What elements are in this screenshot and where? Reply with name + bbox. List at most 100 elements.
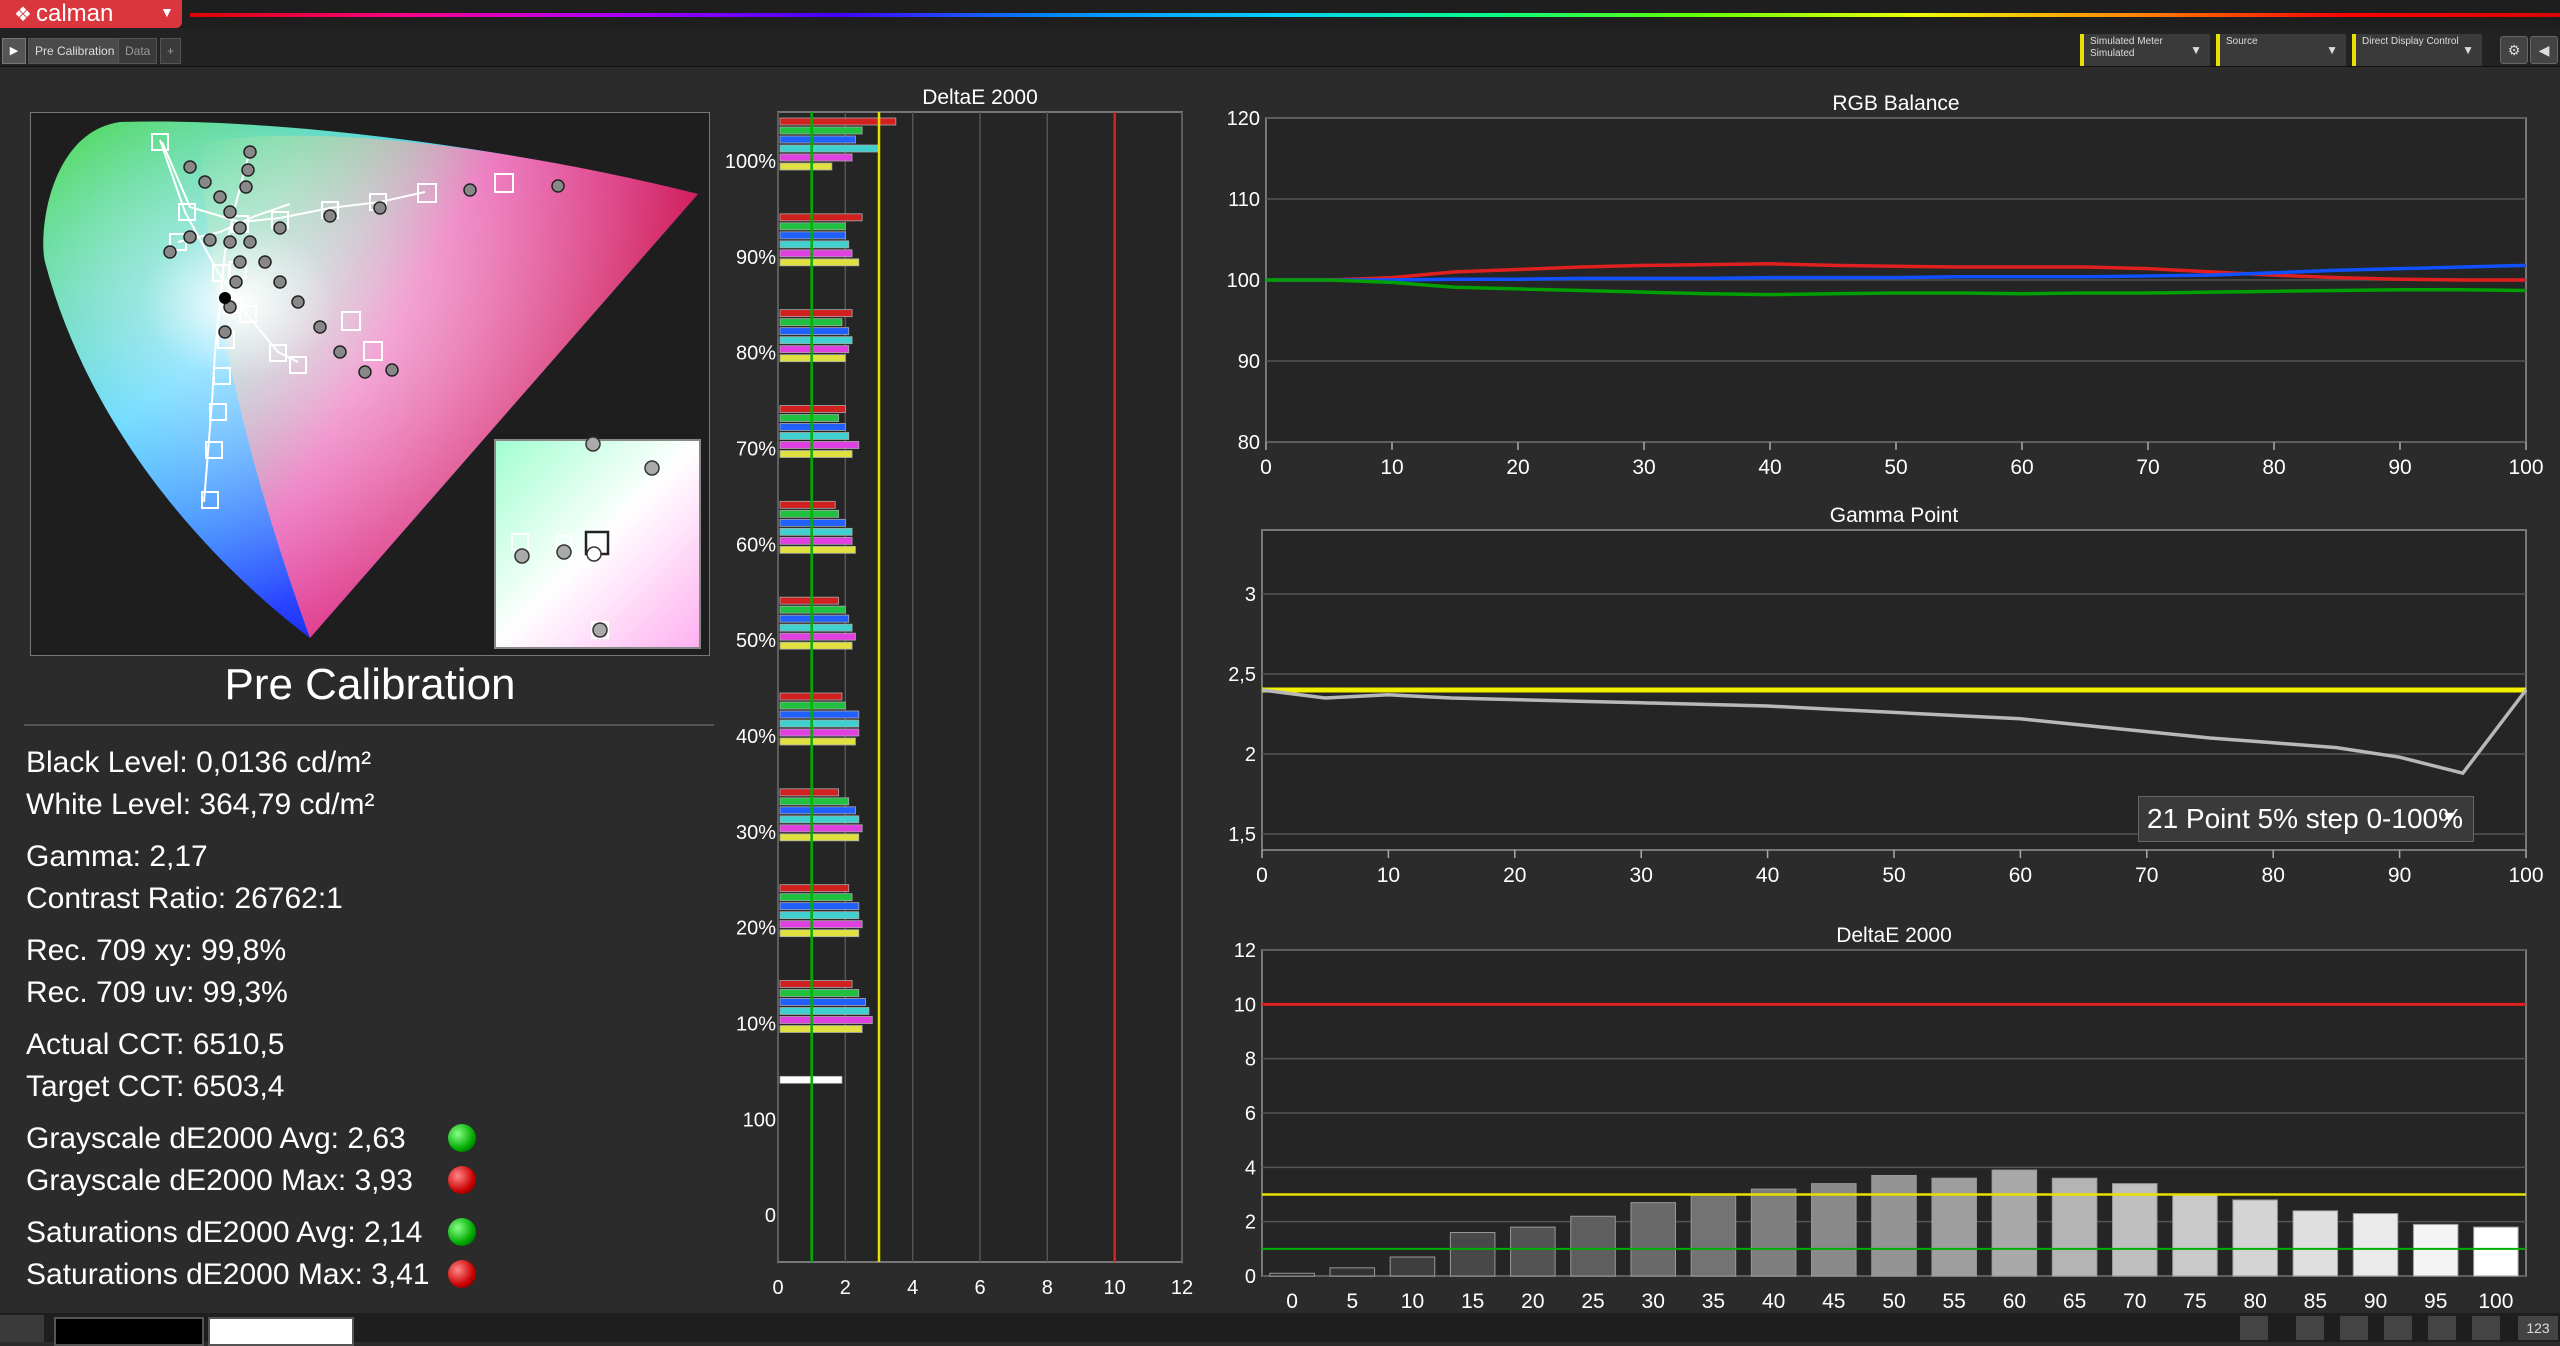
y-tick-label: 10% <box>736 1013 776 1035</box>
x-tick-label: 8 <box>1042 1277 1053 1299</box>
x-tick-label: 100 <box>2508 864 2543 887</box>
deltae-bar <box>779 911 860 920</box>
y-tick-label: 40% <box>736 726 776 748</box>
x-tick-label: 0 <box>1260 456 1272 479</box>
x-tick-label: 100 <box>2508 456 2543 479</box>
y-tick-label: 110 <box>1228 189 1260 211</box>
x-tick-label: 0 <box>772 1277 783 1299</box>
y-tick-label: 1,5 <box>1228 824 1256 846</box>
x-tick-label: 55 <box>1943 1290 1966 1312</box>
x-tick-label: 90 <box>2388 864 2411 887</box>
x-tick-label: 30 <box>1642 1290 1665 1312</box>
grayscale-bar <box>1510 1226 1556 1277</box>
status-menu-icon[interactable] <box>0 1315 44 1342</box>
chevron-down-icon: ▼ <box>2190 43 2202 57</box>
y-tick-label: 80 <box>1238 432 1260 454</box>
target-cct: Target CCT: 6503,4 <box>26 1070 285 1103</box>
grayscale-bar <box>1931 1177 1977 1277</box>
deltae-bar <box>779 1007 870 1015</box>
deltae-bar <box>779 623 853 632</box>
x-tick-label: 20 <box>1503 864 1526 887</box>
gamma-step-selector[interactable]: 21 Point 5% step 0-100% ▼ <box>2138 796 2474 842</box>
grayscale-bar <box>2111 1183 2158 1277</box>
x-tick-label: 10 <box>1104 1277 1126 1299</box>
x-tick-label: 75 <box>2183 1290 2206 1312</box>
eye-icon[interactable] <box>2240 1316 2268 1340</box>
x-tick-label: 0 <box>1286 1290 1298 1312</box>
deltae-bar <box>779 929 860 938</box>
x-tick-label: 80 <box>2262 456 2285 479</box>
tab-data[interactable]: Data <box>118 38 158 64</box>
y-tick-label: 30% <box>736 822 776 844</box>
grayscale-bar <box>2172 1194 2218 1277</box>
rgb-balance-chart: RGB Balance 80 90 100 110 120 0 10 20 30 40 50 60 70 8… <box>1227 92 2544 479</box>
deltae-bar <box>779 806 856 815</box>
play-icon[interactable] <box>2340 1316 2368 1340</box>
tab-pre-calibration[interactable]: Pre Calibration <box>28 38 122 64</box>
x-tick-label: 95 <box>2424 1290 2447 1312</box>
y-tick-label: 120 <box>1227 108 1260 130</box>
page-title: Pre Calibration <box>224 660 516 709</box>
y-tick-label: 12 <box>1234 940 1256 962</box>
y-tick-label: 4 <box>1245 1157 1256 1179</box>
y-tick-label: 2 <box>1245 1212 1256 1234</box>
record-icon[interactable] <box>2428 1316 2456 1340</box>
grayscale-bar <box>2352 1213 2399 1277</box>
deltae-bar <box>779 144 880 153</box>
grayscale-bar <box>1329 1267 1376 1277</box>
x-tick-label: 60 <box>2003 1290 2026 1312</box>
fail-indicator-icon <box>448 1260 476 1288</box>
grayscale-bar <box>2292 1210 2339 1277</box>
deltae-bar <box>779 998 866 1006</box>
deltae-grayscale-chart: DeltaE 2000 0 2 4 6 8 10 12 0 5 10 15 20 25 30 35 40 45 50… <box>1234 924 2527 1312</box>
title-divider <box>24 724 714 726</box>
white-point-inset <box>494 436 701 649</box>
grayscale-bar <box>1449 1232 1496 1277</box>
source-selector[interactable]: Source ▼ <box>2216 34 2346 66</box>
grayscale-bar <box>2051 1177 2098 1277</box>
deltae-bar <box>779 258 860 267</box>
deltae-bar <box>779 309 853 318</box>
grayscale-bar <box>2232 1199 2278 1277</box>
y-tick-label: 60% <box>736 534 776 556</box>
y-tick-label: 100% <box>725 151 776 173</box>
settings-icon[interactable] <box>2472 1316 2500 1340</box>
display-control-selector[interactable]: Direct Display Control ▼ <box>2352 34 2482 66</box>
y-tick-label: 90 <box>1238 351 1260 373</box>
x-tick-label: 6 <box>974 1277 985 1299</box>
y-tick-label: 3 <box>1245 584 1256 606</box>
grayscale-bar <box>1269 1272 1315 1277</box>
status-bar <box>0 1313 2560 1342</box>
x-tick-label: 10 <box>1377 864 1400 887</box>
chart-title: DeltaE 2000 <box>1836 924 1952 947</box>
deltae-bar <box>779 902 860 911</box>
rec709-xy: Rec. 709 xy: 99,8% <box>26 934 287 967</box>
x-tick-label: 70 <box>2136 456 2159 479</box>
gear-icon[interactable]: ⚙ <box>2500 36 2528 64</box>
save-icon[interactable] <box>2384 1316 2412 1340</box>
meter-selector[interactable]: Simulated Meter Simulated ▼ <box>2080 34 2210 66</box>
y-tick-label: 100 <box>1227 270 1260 292</box>
grayscale-bar <box>1690 1194 1737 1277</box>
calman-logo-icon: ❖ <box>14 4 32 26</box>
deltae-bar <box>779 527 853 536</box>
status-number: 123 <box>2518 1316 2558 1340</box>
deltae-bar <box>779 824 863 833</box>
tab-add[interactable]: + <box>160 38 182 64</box>
white-level: White Level: 364,79 cd/m² <box>26 788 375 821</box>
x-tick-label: 80 <box>2243 1290 2266 1312</box>
play-icon[interactable]: ▶ <box>2 38 26 64</box>
y-tick-label: 10 <box>1234 994 1256 1016</box>
deltae-bar <box>779 989 860 997</box>
chevron-down-icon: ▼ <box>2326 43 2338 57</box>
grayscale-bar <box>1750 1188 1797 1277</box>
deltae-bar <box>779 345 850 354</box>
fail-indicator-icon <box>448 1166 476 1194</box>
stop-icon[interactable] <box>2296 1316 2324 1340</box>
collapse-icon[interactable]: ◀ <box>2530 36 2558 64</box>
cie-chromaticity-diagram <box>30 112 710 656</box>
x-tick-label: 65 <box>2063 1290 2086 1312</box>
y-tick-label: 70% <box>736 438 776 460</box>
chevron-down-icon: ▼ <box>160 4 174 20</box>
x-tick-label: 25 <box>1581 1290 1604 1312</box>
